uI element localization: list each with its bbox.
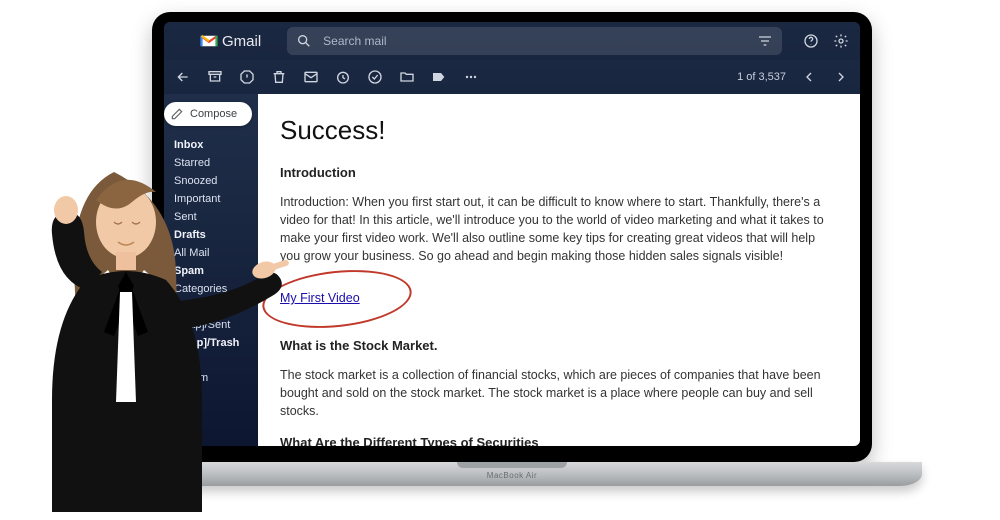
prev-message-icon[interactable] [800, 68, 818, 86]
section1-body: Introduction: When you first start out, … [280, 193, 838, 266]
highlighted-link-row: My First Video [280, 289, 360, 307]
more-icon[interactable] [462, 68, 480, 86]
gmail-screen: Gmail [164, 22, 860, 446]
email-title: Success! [280, 112, 838, 150]
settings-gear-icon[interactable] [832, 32, 850, 50]
report-spam-icon[interactable] [238, 68, 256, 86]
main-menu-icon[interactable] [174, 32, 192, 50]
sidebar-item-spam[interactable]: Spam [164, 262, 258, 280]
sidebar-item-sent[interactable]: Sent [164, 208, 258, 226]
laptop-frame: Gmail [140, 12, 884, 482]
topbar-right [802, 32, 850, 50]
search-input[interactable] [321, 33, 748, 49]
laptop-base: MacBook Air [102, 462, 922, 486]
mark-unread-icon[interactable] [302, 68, 320, 86]
sidebar-item-imap-drafts[interactable]: [Imap]/Drafts [164, 298, 258, 316]
message-counter: 1 of 3,537 [737, 71, 786, 83]
gmail-m-icon [200, 34, 218, 48]
sidebar-new-meeting[interactable]: New m [164, 369, 258, 387]
archive-icon[interactable] [206, 68, 224, 86]
gmail-topbar: Gmail [164, 22, 860, 60]
sidebar-item-imap-trash[interactable]: [Imap]/Trash [164, 334, 258, 352]
sidebar-item-inbox[interactable]: Inbox [164, 136, 258, 154]
search-options-icon[interactable] [756, 32, 774, 50]
sidebar-item-snoozed[interactable]: Snoozed [164, 172, 258, 190]
help-icon[interactable] [802, 32, 820, 50]
sidebar: Compose Inbox Starred Snoozed Important … [164, 94, 258, 446]
back-arrow-icon[interactable] [174, 68, 192, 86]
labels-icon[interactable] [430, 68, 448, 86]
app-name: Gmail [222, 33, 261, 50]
sidebar-item-categories[interactable]: Categories [164, 280, 258, 298]
sidebar-item-allmail[interactable]: All Mail [164, 244, 258, 262]
gmail-logo[interactable]: Gmail [200, 33, 261, 50]
sidebar-list: Inbox Starred Snoozed Important Sent Dra… [164, 136, 258, 387]
section1-heading: Introduction [280, 164, 838, 183]
sidebar-item-drafts[interactable]: Drafts [164, 226, 258, 244]
add-to-tasks-icon[interactable] [366, 68, 384, 86]
delete-icon[interactable] [270, 68, 288, 86]
my-first-video-link[interactable]: My First Video [280, 291, 360, 305]
section2-heading: What is the Stock Market. [280, 337, 838, 356]
snooze-icon[interactable] [334, 68, 352, 86]
sidebar-item-imap-sent[interactable]: [Imap]/Sent [164, 316, 258, 334]
message-toolbar: 1 of 3,537 [164, 60, 860, 94]
sidebar-meet-heading: eet [164, 352, 258, 369]
laptop-label: MacBook Air [487, 471, 537, 480]
gmail-body: Compose Inbox Starred Snoozed Important … [164, 94, 860, 446]
next-message-icon[interactable] [832, 68, 850, 86]
section2-body: The stock market is a collection of fina… [280, 366, 838, 420]
compose-button[interactable]: Compose [164, 102, 252, 126]
screen-bezel: Gmail [152, 12, 872, 462]
sidebar-item-starred[interactable]: Starred [164, 154, 258, 172]
search-icon [295, 32, 313, 50]
compose-label: Compose [190, 108, 237, 120]
section3-heading: What Are the Different Types of Securiti… [280, 434, 838, 446]
sidebar-item-important[interactable]: Important [164, 190, 258, 208]
search-box[interactable] [287, 27, 782, 55]
reading-pane: Success! Introduction Introduction: When… [258, 94, 860, 446]
move-to-icon[interactable] [398, 68, 416, 86]
